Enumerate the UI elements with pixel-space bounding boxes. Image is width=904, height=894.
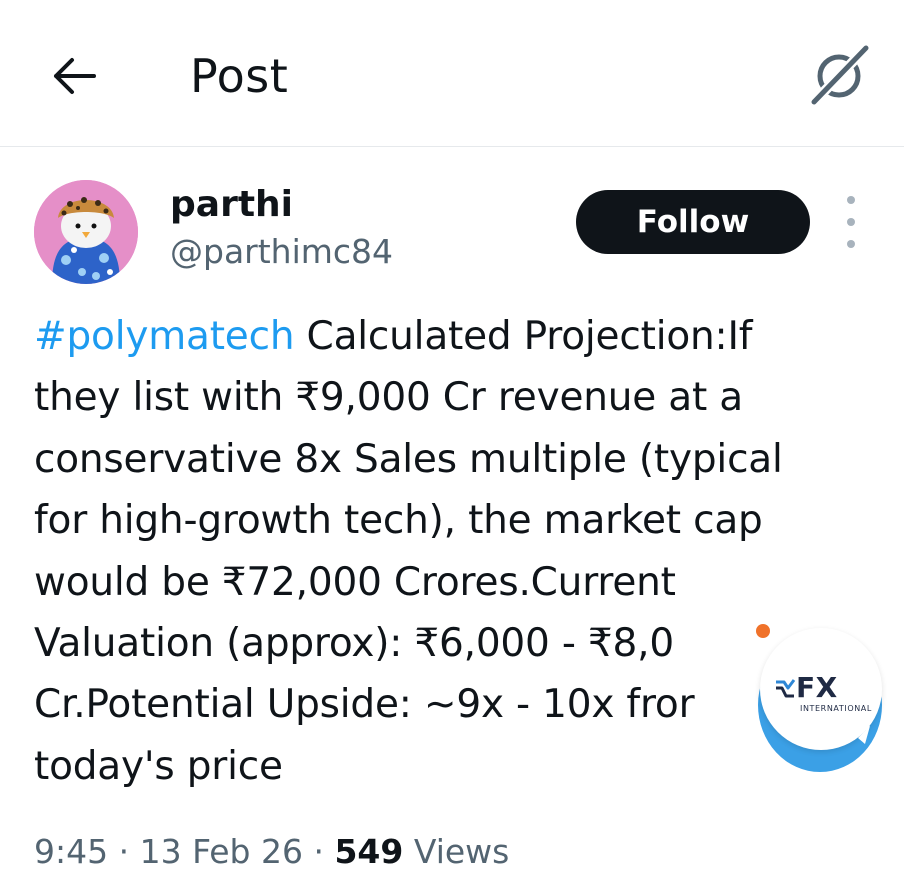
- penguin-avatar-icon: [34, 180, 138, 284]
- more-options-button[interactable]: [836, 196, 866, 248]
- views-label: Views: [403, 832, 510, 871]
- post-line: Valuation (approx): ₹6,000 - ₹8,0: [34, 620, 674, 666]
- post-line: conservative 8x Sales multiple (typical: [34, 436, 783, 482]
- post-meta: 9:45 · 13 Feb 26 · 549 Views: [34, 828, 509, 876]
- grok-button[interactable]: [806, 40, 874, 108]
- fx-brand: FX: [796, 671, 838, 704]
- grok-icon: [809, 43, 871, 106]
- author-name[interactable]: parthi: [170, 182, 293, 228]
- post-line: #polymatech Calculated Projection:If: [34, 306, 874, 367]
- more-vertical-icon-dot: [847, 240, 855, 248]
- telegram-icon: [848, 726, 870, 744]
- notification-dot: [756, 624, 770, 638]
- views-count: 549: [334, 832, 404, 871]
- hashtag-link[interactable]: #polymatech: [34, 314, 295, 359]
- fx-floating-widget[interactable]: FX INTERNATIONAL: [756, 624, 884, 774]
- page-title: Post: [190, 49, 289, 103]
- post-text: #polymatech Calculated Projection:If the…: [34, 306, 874, 797]
- post-line: would be ₹72,000 Crores.Current: [34, 559, 676, 605]
- post-date[interactable]: 13 Feb 26: [140, 832, 303, 871]
- post-line-text: Calculated Projection:If: [294, 314, 753, 359]
- post-line: Cr.Potential Upside: ~9x - 10x fror: [34, 682, 695, 728]
- post-line: for high-growth tech), the market cap: [34, 498, 763, 544]
- meta-separator: ·: [108, 832, 140, 871]
- fx-logo-icon: [776, 679, 796, 698]
- author-handle[interactable]: @parthimc84: [170, 230, 393, 274]
- more-vertical-icon-dot: [847, 218, 855, 226]
- meta-separator: ·: [302, 832, 335, 871]
- fx-subtitle: INTERNATIONAL: [800, 704, 872, 713]
- post-page: Post parthi @parthimc84 Follow #polymate…: [0, 0, 904, 894]
- avatar[interactable]: [34, 180, 138, 284]
- top-bar: Post: [0, 0, 904, 147]
- more-vertical-icon: [847, 196, 855, 204]
- back-button[interactable]: [44, 48, 104, 104]
- post-time[interactable]: 9:45: [34, 832, 108, 871]
- post-line: they list with ₹9,000 Cr revenue at a: [34, 375, 743, 421]
- follow-button[interactable]: Follow: [576, 190, 810, 254]
- arrow-left-icon: [54, 58, 96, 94]
- post-line: today's price: [34, 743, 283, 789]
